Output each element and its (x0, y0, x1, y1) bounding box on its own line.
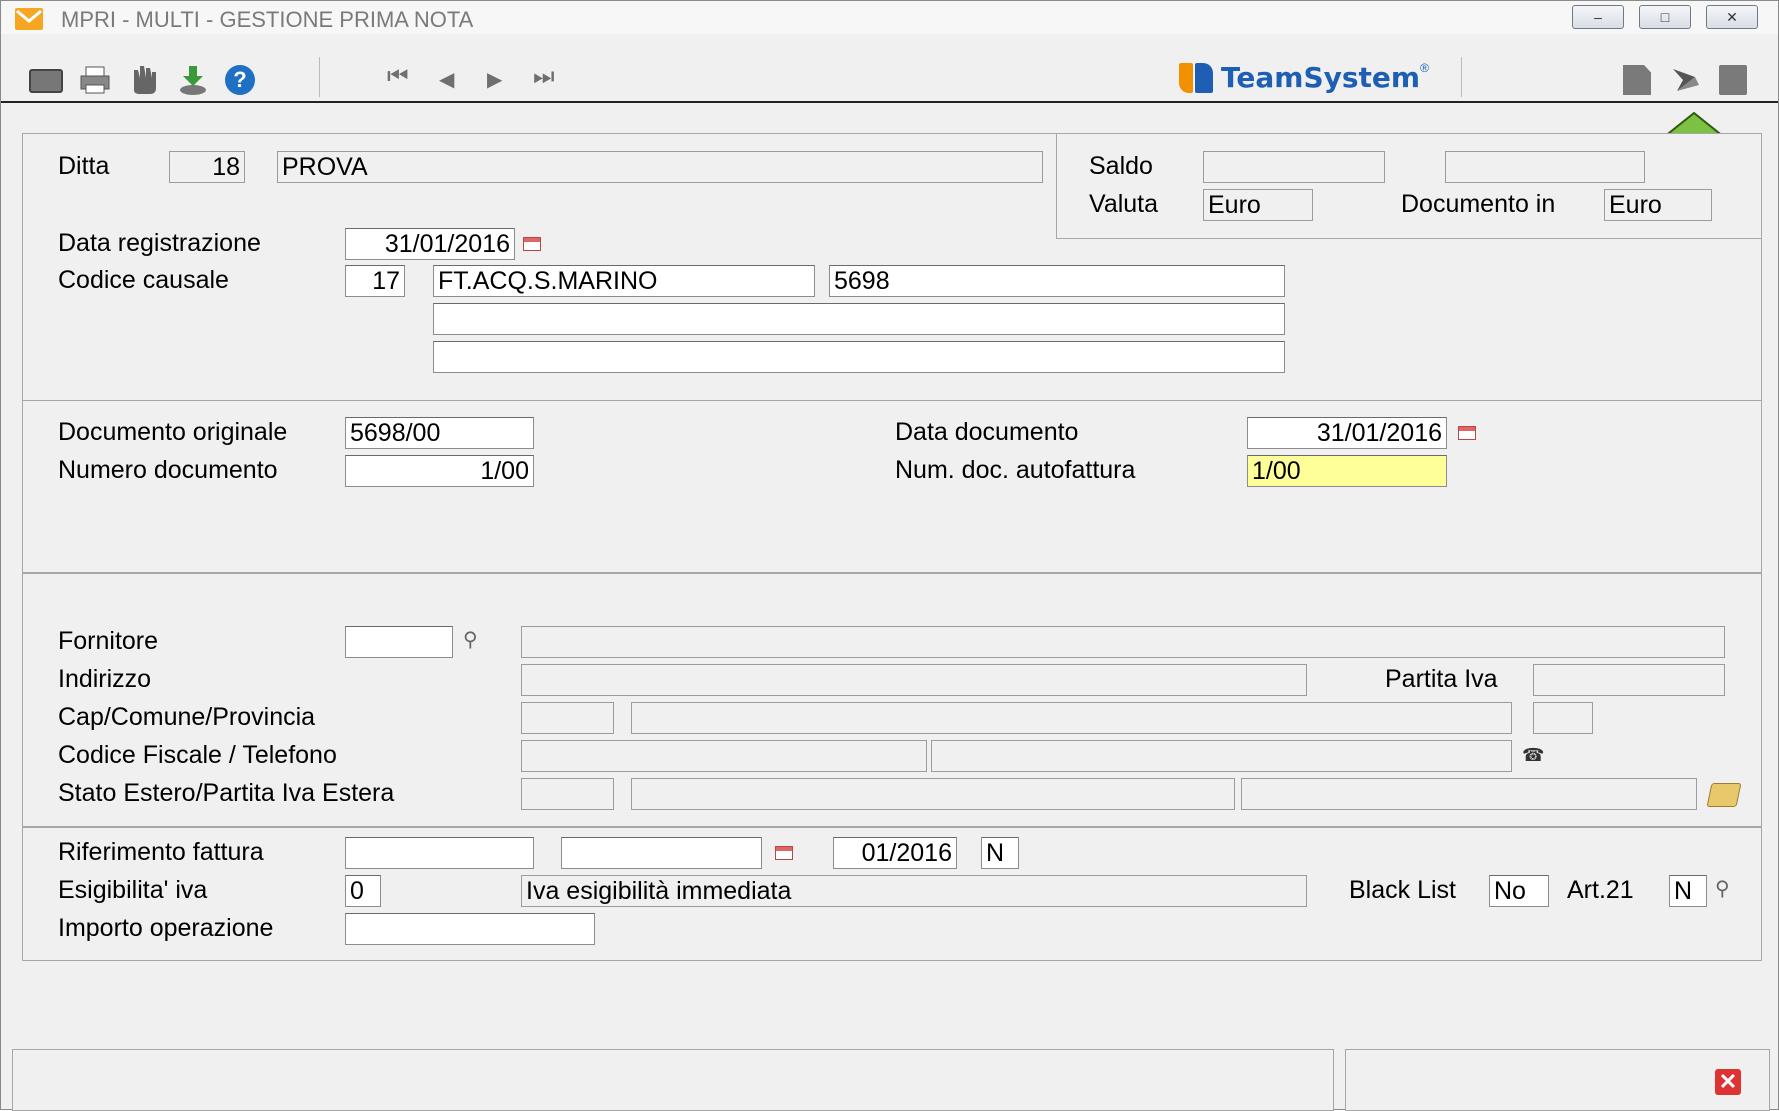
nav-prev-icon[interactable]: ◀ (439, 67, 454, 92)
art21-field[interactable]: N (1669, 875, 1707, 907)
screen-icon[interactable] (29, 69, 63, 93)
nav-next-icon[interactable]: ▶ (487, 67, 502, 92)
minimize-button[interactable]: – (1572, 5, 1624, 29)
stato-estero-label: Stato Estero/Partita Iva Estera (58, 779, 395, 807)
brand-name: TeamSystem (1221, 61, 1421, 94)
toolbar (1, 35, 1778, 103)
numero-documento-field[interactable]: 1/00 (345, 455, 534, 487)
black-list-label: Black List (1349, 876, 1456, 904)
close-form-button[interactable]: ✕ (1715, 1069, 1741, 1095)
close-icon: ✕ (1718, 1069, 1738, 1094)
saldo-field[interactable] (1203, 151, 1385, 183)
causale-code-field[interactable]: 17 (345, 265, 405, 297)
ditta-code-field[interactable]: 18 (169, 151, 245, 183)
numero-documento-label: Numero documento (58, 456, 278, 484)
main-window: MPRI - MULTI - GESTIONE PRIMA NOTA – □ ✕… (0, 0, 1779, 1111)
phone-icon[interactable]: ☎ (1522, 745, 1544, 766)
minimize-icon: – (1594, 9, 1602, 25)
importo-operazione-label: Importo operazione (58, 914, 274, 942)
ditta-name-field[interactable]: PROVA (277, 151, 1043, 183)
title-bar: MPRI - MULTI - GESTIONE PRIMA NOTA – □ ✕ (1, 1, 1778, 34)
esigibilita-desc-field[interactable]: Iva esigibilità immediata (521, 875, 1307, 907)
causale-extra-field[interactable]: 5698 (829, 265, 1285, 297)
data-registrazione-field[interactable]: 31/01/2016 (345, 228, 515, 260)
ditta-label: Ditta (58, 152, 110, 180)
data-documento-field[interactable]: 31/01/2016 (1247, 417, 1447, 449)
notebook-icon[interactable] (1706, 783, 1742, 807)
causale-note-field-2[interactable] (433, 341, 1285, 373)
print-icon[interactable] (79, 65, 111, 95)
stato-estero-desc-field[interactable] (631, 778, 1235, 810)
esigibilita-code-field[interactable]: 0 (345, 875, 381, 907)
toolbar-separator-right (1461, 57, 1462, 97)
calendar-icon[interactable] (775, 846, 793, 860)
fornitore-code-field[interactable] (345, 626, 453, 658)
esigibilita-iva-label: Esigibilita' iva (58, 876, 208, 904)
riferimento-fattura-label: Riferimento fattura (58, 838, 264, 866)
saldo-panel (1056, 133, 1762, 239)
hand-icon[interactable] (128, 64, 160, 96)
app-icon (15, 8, 43, 30)
provincia-field[interactable] (1533, 702, 1593, 734)
saldo-label: Saldo (1089, 152, 1153, 180)
restore-icon: □ (1660, 9, 1670, 25)
documento-in-field[interactable]: Euro (1604, 189, 1712, 221)
search-icon[interactable]: ⚲ (463, 627, 478, 652)
causale-desc-field[interactable]: FT.ACQ.S.MARINO (433, 265, 815, 297)
documento-in-label: Documento in (1401, 190, 1556, 218)
help-icon[interactable]: ? (225, 65, 255, 95)
nav-last-icon[interactable]: ⏭ (533, 63, 555, 91)
window-title: MPRI - MULTI - GESTIONE PRIMA NOTA (61, 7, 474, 32)
telefono-field[interactable] (931, 740, 1512, 772)
stop-icon[interactable] (1719, 65, 1747, 95)
fornitore-label: Fornitore (58, 627, 159, 655)
riferimento-flag-field[interactable]: N (981, 837, 1019, 869)
teamsystem-logo: TeamSystem® (1179, 61, 1429, 97)
stato-estero-field[interactable] (521, 778, 614, 810)
riferimento-fattura-field-2[interactable] (561, 837, 762, 869)
cap-field[interactable] (521, 702, 614, 734)
partita-iva-label: Partita Iva (1385, 665, 1498, 693)
causale-note-field-1[interactable] (433, 303, 1285, 335)
codice-fiscale-telefono-label: Codice Fiscale / Telefono (58, 741, 337, 769)
indirizzo-field[interactable] (521, 664, 1307, 696)
comune-field[interactable] (631, 702, 1512, 734)
status-bar-right (1345, 1049, 1770, 1111)
restore-button[interactable]: □ (1639, 5, 1691, 29)
indirizzo-label: Indirizzo (58, 665, 152, 693)
close-icon: ✕ (1726, 9, 1738, 25)
documento-originale-field[interactable]: 5698/00 (345, 417, 534, 449)
valuta-field[interactable]: Euro (1203, 189, 1313, 221)
toolbar-separator (319, 57, 320, 97)
documento-originale-label: Documento originale (58, 418, 288, 446)
confirm-arrow-icon[interactable] (1669, 65, 1705, 95)
fornitore-name-field[interactable] (521, 626, 1725, 658)
data-documento-label: Data documento (895, 418, 1079, 446)
codice-fiscale-field[interactable] (521, 740, 927, 772)
cap-comune-provincia-label: Cap/Comune/Provincia (58, 703, 316, 731)
saldo-field-2[interactable] (1445, 151, 1645, 183)
calendar-icon[interactable] (1458, 426, 1476, 440)
nav-first-icon[interactable]: ⏮ (387, 63, 409, 91)
importo-operazione-field[interactable] (345, 913, 595, 945)
status-bar-left (12, 1049, 1334, 1111)
partita-iva-estera-field[interactable] (1241, 778, 1697, 810)
close-window-button[interactable]: ✕ (1706, 5, 1758, 29)
download-icon[interactable] (177, 64, 209, 96)
riferimento-fattura-field-1[interactable] (345, 837, 534, 869)
art21-label: Art.21 (1567, 876, 1634, 904)
partita-iva-field[interactable] (1533, 664, 1725, 696)
brand-reg: ® (1420, 61, 1429, 75)
calendar-icon[interactable] (523, 237, 541, 251)
num-doc-autofattura-label: Num. doc. autofattura (895, 456, 1136, 484)
valuta-label: Valuta (1089, 190, 1159, 218)
num-doc-autofattura-field[interactable]: 1/00 (1247, 455, 1447, 487)
codice-causale-label: Codice causale (58, 266, 229, 294)
document-icon[interactable] (1623, 65, 1651, 95)
black-list-field[interactable]: No (1489, 875, 1549, 907)
search-icon[interactable]: ⚲ (1715, 876, 1730, 901)
data-registrazione-label: Data registrazione (58, 229, 261, 257)
riferimento-period-field[interactable]: 01/2016 (833, 837, 957, 869)
